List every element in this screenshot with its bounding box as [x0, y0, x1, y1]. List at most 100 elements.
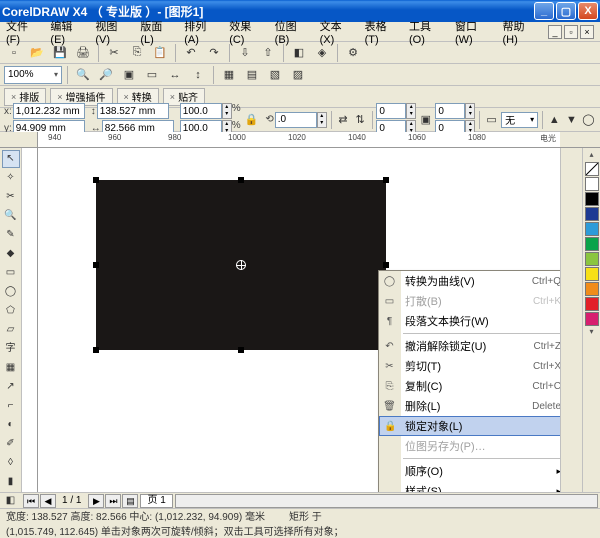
- export-icon[interactable]: ⇧: [258, 43, 278, 63]
- ctx-item[interactable]: 顺序(O)▸: [379, 461, 560, 481]
- color-swatch[interactable]: [585, 192, 599, 206]
- minimize-button[interactable]: _: [534, 2, 554, 20]
- basicshapes-tool-icon[interactable]: ▱: [2, 321, 20, 339]
- ellipse-tool-icon[interactable]: ◯: [2, 283, 20, 301]
- color-swatch[interactable]: [585, 237, 599, 251]
- color-swatch[interactable]: [585, 207, 599, 221]
- page-tab-1[interactable]: 页 1: [140, 494, 172, 508]
- wrap-text-icon[interactable]: ▭: [484, 110, 499, 130]
- page-add-button[interactable]: ▤: [122, 494, 138, 508]
- color-swatch[interactable]: [585, 252, 599, 266]
- copy-icon[interactable]: ⎘: [127, 43, 147, 63]
- menu-view[interactable]: 视图(V): [95, 18, 126, 46]
- mirror-h-icon[interactable]: ⇄: [336, 110, 351, 130]
- freehand-tool-icon[interactable]: ✎: [2, 226, 20, 244]
- crop-tool-icon[interactable]: ✂: [2, 188, 20, 206]
- corner-3-field[interactable]: 0: [435, 103, 465, 119]
- menu-bitmap[interactable]: 位图(B): [275, 18, 306, 46]
- color-swatch[interactable]: [585, 222, 599, 236]
- polygon-tool-icon[interactable]: ⬠: [2, 302, 20, 320]
- save-icon[interactable]: 💾: [50, 43, 70, 63]
- rectangle-tool-icon[interactable]: ▭: [2, 264, 20, 282]
- rotation-field[interactable]: .0: [275, 112, 317, 128]
- cut-icon[interactable]: ✂: [104, 43, 124, 63]
- page-next-button[interactable]: ▶: [88, 494, 104, 508]
- text-tool-icon[interactable]: 字: [2, 340, 20, 358]
- menu-text[interactable]: 文本(X): [320, 18, 351, 46]
- to-back-icon[interactable]: ▼: [564, 110, 579, 130]
- menu-window[interactable]: 窗口(W): [455, 18, 489, 46]
- fill-tool-icon[interactable]: ▮: [2, 473, 20, 491]
- palette-down-icon[interactable]: ▾: [589, 327, 593, 339]
- eyedropper-tool-icon[interactable]: ✐: [2, 435, 20, 453]
- redo-icon[interactable]: ↷: [204, 43, 224, 63]
- ctx-item[interactable]: ⎘复制(C)Ctrl+C: [379, 376, 560, 396]
- docker-rail[interactable]: [560, 148, 582, 492]
- zoom-height-icon[interactable]: ↕: [188, 65, 208, 85]
- zoom-page-icon[interactable]: ▭: [142, 65, 162, 85]
- scale-x-spinner[interactable]: ▴▾: [222, 103, 232, 119]
- new-icon[interactable]: ▫: [4, 43, 24, 63]
- menu-arrange[interactable]: 排列(A): [184, 18, 215, 46]
- scale-x-field[interactable]: 100.0: [180, 103, 222, 119]
- outline-tool-icon[interactable]: ◊: [2, 454, 20, 472]
- color-swatch[interactable]: [585, 267, 599, 281]
- zoom-width-icon[interactable]: ↔: [165, 65, 185, 85]
- connector-tool-icon[interactable]: ⌐: [2, 397, 20, 415]
- rotation-spinner[interactable]: ▴▾: [317, 112, 327, 128]
- corner-lock-icon[interactable]: ▣: [418, 110, 433, 130]
- maximize-button[interactable]: ▢: [556, 2, 576, 20]
- import-icon[interactable]: ⇩: [235, 43, 255, 63]
- page-first-button[interactable]: ⏮: [23, 494, 39, 508]
- open-icon[interactable]: 📂: [27, 43, 47, 63]
- paste-icon[interactable]: 📋: [150, 43, 170, 63]
- outline-width-combo[interactable]: 无: [501, 112, 538, 128]
- ctx-item[interactable]: 样式(S)▸: [379, 481, 560, 492]
- ctx-item[interactable]: ↶撤消解除锁定(U)Ctrl+Z: [379, 336, 560, 356]
- color-swatch[interactable]: [585, 177, 599, 191]
- zoom-out-icon[interactable]: 🔎: [96, 65, 116, 85]
- mirror-v-icon[interactable]: ⇅: [353, 110, 368, 130]
- color-swatch[interactable]: [585, 282, 599, 296]
- corner-1-field[interactable]: 0: [376, 103, 406, 119]
- snap-grid-icon[interactable]: ▦: [219, 65, 239, 85]
- color-swatch[interactable]: [585, 312, 599, 326]
- rotation-center-icon[interactable]: [236, 260, 246, 270]
- canvas[interactable]: ◯转换为曲线(V)Ctrl+Q▭打散(B)Ctrl+K¶段落文本换行(W)↶撤消…: [38, 148, 560, 492]
- snap-guides-icon[interactable]: ▤: [242, 65, 262, 85]
- menu-edit[interactable]: 编辑(E): [50, 18, 81, 46]
- zoom-fit-icon[interactable]: ▣: [119, 65, 139, 85]
- no-color-swatch[interactable]: [585, 162, 599, 176]
- menu-file[interactable]: 文件(F): [6, 18, 36, 46]
- ctx-item[interactable]: ✂剪切(T)Ctrl+X: [379, 356, 560, 376]
- snap-objects-icon[interactable]: ▧: [265, 65, 285, 85]
- convert-curves-icon[interactable]: ◯: [581, 110, 596, 130]
- shape-tool-icon[interactable]: ✧: [2, 169, 20, 187]
- snap-dynamic-icon[interactable]: ▨: [288, 65, 308, 85]
- mdi-restore-button[interactable]: ▫: [564, 25, 578, 39]
- to-front-icon[interactable]: ▲: [547, 110, 562, 130]
- mdi-close-button[interactable]: ×: [580, 25, 594, 39]
- palette-up-icon[interactable]: ▴: [589, 150, 593, 162]
- page-prev-button[interactable]: ◀: [40, 494, 56, 508]
- app-launcher-icon[interactable]: ◧: [289, 43, 309, 63]
- zoom-in-icon[interactable]: 🔍: [73, 65, 93, 85]
- print-icon[interactable]: 🖨: [73, 43, 93, 63]
- lock-ratio-icon[interactable]: 🔒: [244, 110, 260, 130]
- close-button[interactable]: X: [578, 2, 598, 20]
- zoom-combo[interactable]: 100%: [4, 66, 62, 84]
- mdi-minimize-button[interactable]: _: [548, 25, 562, 39]
- menu-help[interactable]: 帮助(H): [503, 18, 534, 46]
- options-icon[interactable]: ⚙: [343, 43, 363, 63]
- color-swatch[interactable]: [585, 297, 599, 311]
- menu-table[interactable]: 表格(T): [365, 18, 395, 46]
- menu-layout[interactable]: 版面(L): [140, 18, 170, 46]
- ctx-item[interactable]: ◯转换为曲线(V)Ctrl+Q: [379, 271, 560, 291]
- ctx-item[interactable]: ¶段落文本换行(W): [379, 311, 560, 331]
- undo-icon[interactable]: ↶: [181, 43, 201, 63]
- menu-effects[interactable]: 效果(C): [229, 18, 260, 46]
- smartfill-tool-icon[interactable]: ◆: [2, 245, 20, 263]
- page-last-button[interactable]: ⏭: [105, 494, 121, 508]
- dimension-tool-icon[interactable]: ↗: [2, 378, 20, 396]
- zoom-tool-icon[interactable]: 🔍: [2, 207, 20, 225]
